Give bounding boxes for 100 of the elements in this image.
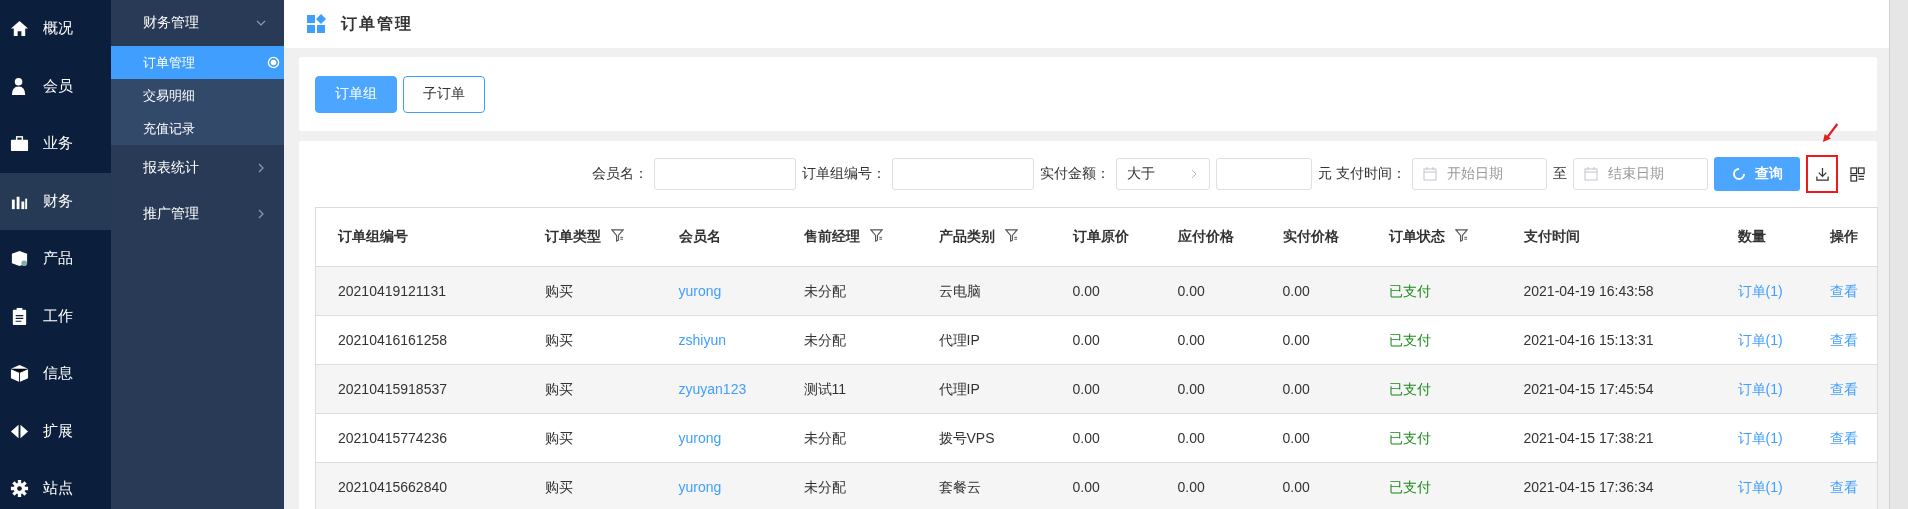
status-text: 已支付 xyxy=(1388,479,1431,495)
download-icon xyxy=(1814,166,1830,182)
tab[interactable]: 子订单 xyxy=(403,75,485,113)
refresh-icon xyxy=(1731,166,1747,182)
start-date-field[interactable]: 开始日期 xyxy=(1412,158,1547,190)
tab[interactable]: 订单组 xyxy=(315,75,397,113)
chevron-icon xyxy=(256,163,266,173)
table-cell: 2021-04-15 17:38:21 xyxy=(1523,430,1654,446)
table-cell: 0.00 xyxy=(1177,381,1205,397)
field-label: 订单组编号： xyxy=(802,165,887,183)
range-separator: 至 xyxy=(1553,165,1567,183)
scrollbar[interactable] xyxy=(1889,0,1908,509)
table-cell: 0.00 xyxy=(1177,479,1205,495)
table-cell: 0.00 xyxy=(1072,381,1100,397)
view-link[interactable]: 查看 xyxy=(1829,332,1858,348)
column-header: 应付价格 xyxy=(1177,228,1234,244)
group-number-field[interactable] xyxy=(892,158,1035,190)
table-cell: 0.00 xyxy=(1282,381,1310,397)
table-cell: 0.00 xyxy=(1282,430,1310,446)
sidebar-item[interactable]: 产品 xyxy=(0,230,111,288)
member-link[interactable]: yurong xyxy=(678,283,722,299)
page-title: 订单管理 xyxy=(341,13,413,34)
table-cell: 购买 xyxy=(544,283,573,299)
table-cell: 0.00 xyxy=(1282,479,1310,495)
table-cell: 20210415662840 xyxy=(338,479,447,495)
submenu-item[interactable]: 订单管理 xyxy=(111,46,284,79)
column-header: 订单组编号 xyxy=(338,228,408,244)
calendar-icon xyxy=(1584,167,1598,181)
table-cell: 代理IP xyxy=(938,381,980,397)
filter-icon[interactable] xyxy=(869,229,883,242)
filter-icon[interactable] xyxy=(1454,229,1468,242)
table-cell: 未分配 xyxy=(803,283,846,299)
view-link[interactable]: 查看 xyxy=(1829,430,1858,446)
operator-select[interactable]: 大于 xyxy=(1116,158,1211,190)
table-cell: 0.00 xyxy=(1282,283,1310,299)
sidebar-item[interactable]: 信息 xyxy=(0,345,111,403)
member-link[interactable]: zyuyan123 xyxy=(678,381,747,397)
menu-group[interactable]: 报表统计 xyxy=(111,145,284,191)
member-link[interactable]: zshiyun xyxy=(678,332,726,348)
menu-group[interactable]: 财务管理 xyxy=(111,0,284,46)
table-cell: 0.00 xyxy=(1072,332,1100,348)
column-header: 产品类别 xyxy=(938,228,995,244)
table-cell: 2021-04-16 15:13:31 xyxy=(1523,332,1654,348)
table-cell: 购买 xyxy=(544,332,573,348)
orders-link[interactable]: 订单(1) xyxy=(1737,430,1783,446)
menu-group[interactable]: 推广管理 xyxy=(111,191,284,237)
settings-icon xyxy=(10,479,29,499)
table-cell: 2021-04-15 17:36:34 xyxy=(1523,479,1654,495)
table-cell: 20210415774236 xyxy=(338,430,447,446)
sidebar-item[interactable]: 概况 xyxy=(0,0,111,58)
status-text: 已支付 xyxy=(1388,381,1431,397)
table-cell: 代理IP xyxy=(938,332,980,348)
grid-icon xyxy=(306,14,326,34)
briefcase-icon xyxy=(10,134,29,154)
table-cell: 20210415918537 xyxy=(338,381,447,397)
sidebar-item[interactable]: 工作 xyxy=(0,287,111,345)
table-cell: 套餐云 xyxy=(938,479,981,495)
column-header: 订单类型 xyxy=(544,228,601,244)
filter-icon[interactable] xyxy=(610,229,624,242)
table-cell: 购买 xyxy=(544,479,573,495)
field-label: 会员名： xyxy=(592,165,649,183)
column-header: 售前经理 xyxy=(803,228,860,244)
submenu-item[interactable]: 充值记录 xyxy=(111,112,284,145)
orders-link[interactable]: 订单(1) xyxy=(1737,381,1783,397)
orders-link[interactable]: 订单(1) xyxy=(1737,283,1783,299)
sidebar-item[interactable]: 会员 xyxy=(0,57,111,115)
member-name-field[interactable] xyxy=(654,158,797,190)
view-link[interactable]: 查看 xyxy=(1829,283,1858,299)
calendar-icon xyxy=(1423,167,1437,181)
column-header: 支付时间 xyxy=(1523,228,1580,244)
filter-icon[interactable] xyxy=(1004,229,1018,242)
table-cell: 0.00 xyxy=(1282,332,1310,348)
table-cell: 0.00 xyxy=(1177,283,1205,299)
submenu-item[interactable]: 交易明细 xyxy=(111,79,284,112)
column-header: 订单状态 xyxy=(1388,228,1445,244)
orders-link[interactable]: 订单(1) xyxy=(1737,332,1783,348)
amount-field[interactable] xyxy=(1216,158,1313,190)
table-cell: 2021-04-15 17:45:54 xyxy=(1523,381,1654,397)
member-link[interactable]: yurong xyxy=(678,479,722,495)
view-link[interactable]: 查看 xyxy=(1829,381,1858,397)
download-button[interactable] xyxy=(1806,155,1838,193)
orders-link[interactable]: 订单(1) xyxy=(1737,479,1783,495)
table-cell: 未分配 xyxy=(803,479,846,495)
search-button[interactable]: 查询 xyxy=(1714,157,1800,191)
view-link[interactable]: 查看 xyxy=(1829,479,1858,495)
columns-icon[interactable] xyxy=(1850,166,1865,182)
table-cell: 20210416161258 xyxy=(338,332,447,348)
sidebar-item[interactable]: 站点 xyxy=(0,460,111,509)
end-date-field[interactable]: 结束日期 xyxy=(1573,158,1708,190)
table-cell: 购买 xyxy=(544,430,573,446)
radio-dot-icon xyxy=(267,56,280,69)
clipboard-icon xyxy=(10,306,29,326)
table-cell: 0.00 xyxy=(1177,332,1205,348)
table-cell: 未分配 xyxy=(803,332,846,348)
annotation-arrow xyxy=(1822,123,1840,143)
member-link[interactable]: yurong xyxy=(678,430,722,446)
table-cell: 拨号VPS xyxy=(938,430,995,446)
sidebar-item[interactable]: 财务 xyxy=(0,172,111,230)
sidebar-item[interactable]: 扩展 xyxy=(0,402,111,460)
sidebar-item[interactable]: 业务 xyxy=(0,115,111,173)
